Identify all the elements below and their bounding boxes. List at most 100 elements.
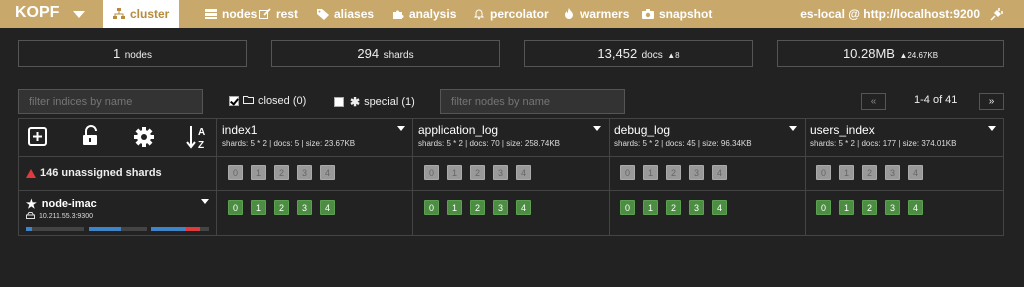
nav-item-warmers[interactable]: warmers — [553, 0, 639, 28]
index-name[interactable]: debug_log — [614, 123, 670, 137]
index-dropdown-caret-icon[interactable] — [397, 126, 405, 131]
started-shard[interactable]: 0 — [424, 200, 439, 215]
filter-nodes-input[interactable] — [440, 89, 625, 114]
nav-item-cluster[interactable]: cluster — [103, 0, 180, 28]
unassigned-shard[interactable]: 0 — [816, 165, 831, 180]
node-usage-bar — [151, 227, 209, 231]
sort-alpha-icon[interactable]: AZ — [186, 124, 210, 151]
stat-shards-label: shards — [383, 50, 414, 61]
unassigned-shard[interactable]: 3 — [689, 165, 704, 180]
started-shard[interactable]: 4 — [712, 200, 727, 215]
node-usage-fill — [26, 227, 32, 231]
connection-label[interactable]: es-local @ http://localhost:9200 — [800, 0, 980, 28]
unassigned-shard[interactable]: 0 — [620, 165, 635, 180]
unassigned-shard[interactable]: 3 — [885, 165, 900, 180]
stat-nodes: 1 nodes — [18, 40, 247, 67]
unassigned-shard[interactable]: 0 — [228, 165, 243, 180]
unassigned-shard[interactable]: 0 — [424, 165, 439, 180]
started-shard[interactable]: 4 — [516, 200, 531, 215]
unassigned-shard[interactable]: 1 — [251, 165, 266, 180]
unassigned-shard[interactable]: 3 — [493, 165, 508, 180]
index-name[interactable]: index1 — [222, 123, 257, 137]
started-shard[interactable]: 3 — [885, 200, 900, 215]
index-dropdown-caret-icon[interactable] — [789, 126, 797, 131]
nav-item-snapshot[interactable]: snapshot — [632, 0, 722, 28]
started-shard[interactable]: 2 — [666, 200, 681, 215]
unassigned-shard[interactable]: 3 — [297, 165, 312, 180]
next-page-button[interactable]: » — [979, 93, 1004, 110]
started-shard[interactable]: 1 — [643, 200, 658, 215]
started-shard[interactable]: 0 — [228, 200, 243, 215]
started-shard[interactable]: 1 — [251, 200, 266, 215]
folder-icon — [243, 95, 254, 107]
started-shard[interactable]: 3 — [493, 200, 508, 215]
unlock-icon[interactable] — [80, 125, 102, 147]
index-name[interactable]: users_index — [810, 123, 875, 137]
started-shard[interactable]: 2 — [470, 200, 485, 215]
unassigned-shard[interactable]: 4 — [516, 165, 531, 180]
brand-logo[interactable]: KOPF — [15, 4, 59, 22]
unassigned-shard[interactable]: 2 — [862, 165, 877, 180]
nav-item-label: percolator — [490, 7, 549, 21]
node-usage-extra-fill — [185, 227, 201, 231]
node-usage-fill — [151, 227, 186, 231]
star-icon: ★ — [26, 197, 37, 211]
create-index-icon[interactable] — [27, 126, 49, 148]
closed-checkbox[interactable] — [229, 96, 239, 106]
nav-item-analysis[interactable]: analysis — [382, 0, 466, 28]
unassigned-shard[interactable]: 2 — [274, 165, 289, 180]
nav-item-aliases[interactable]: aliases — [307, 0, 384, 28]
unassigned-shard[interactable]: 1 — [643, 165, 658, 180]
grid-divider — [412, 119, 413, 235]
puzzle-icon — [392, 8, 404, 20]
started-shard[interactable]: 0 — [816, 200, 831, 215]
started-shard[interactable]: 3 — [689, 200, 704, 215]
started-shard[interactable]: 1 — [447, 200, 462, 215]
started-shard[interactable]: 4 — [320, 200, 335, 215]
camera-icon — [642, 8, 654, 20]
unassigned-shard[interactable]: 1 — [839, 165, 854, 180]
index-name[interactable]: application_log — [418, 123, 498, 137]
started-shard[interactable]: 2 — [862, 200, 877, 215]
node-row-header[interactable]: ★ node-imac — [26, 197, 97, 211]
index-meta: shards: 5 * 2 | docs: 177 | size: 374.01… — [810, 139, 957, 148]
unassigned-shard[interactable]: 2 — [470, 165, 485, 180]
unassigned-shard[interactable]: 4 — [712, 165, 727, 180]
hdd-icon — [26, 212, 35, 221]
index-dropdown-caret-icon[interactable] — [593, 126, 601, 131]
node-dropdown-caret-icon[interactable] — [201, 199, 209, 204]
node-name: node-imac — [41, 198, 97, 210]
nav-item-percolator[interactable]: percolator — [463, 0, 559, 28]
unassigned-shard[interactable]: 1 — [447, 165, 462, 180]
index-dropdown-caret-icon[interactable] — [988, 126, 996, 131]
tag-icon — [317, 8, 329, 20]
stat-size-delta: 24.67KB — [907, 51, 939, 60]
unassigned-shard[interactable]: 4 — [320, 165, 335, 180]
prev-page-button[interactable]: « — [861, 93, 886, 110]
started-shard[interactable]: 3 — [297, 200, 312, 215]
nav-item-label: aliases — [334, 7, 375, 21]
closed-filter[interactable]: closed (0) — [229, 95, 306, 107]
special-checkbox[interactable] — [334, 97, 344, 107]
started-shard[interactable]: 2 — [274, 200, 289, 215]
gear-icon[interactable] — [133, 126, 155, 148]
unassigned-shard[interactable]: 2 — [666, 165, 681, 180]
started-shard[interactable]: 1 — [839, 200, 854, 215]
brand-dropdown-caret-icon[interactable] — [73, 11, 85, 18]
warning-icon — [26, 168, 36, 178]
nav-item-label: snapshot — [659, 7, 713, 21]
rest-icon — [259, 8, 271, 20]
special-filter[interactable]: ✱ special (1) — [334, 95, 415, 109]
filter-indices-input[interactable] — [18, 89, 203, 114]
top-navbar: KOPF cluster nodes rest aliases analysis… — [0, 0, 1024, 28]
started-shard[interactable]: 0 — [620, 200, 635, 215]
stat-nodes-value: 1 — [113, 46, 121, 61]
grid-divider — [19, 156, 1003, 157]
nav-item-rest[interactable]: rest — [249, 0, 308, 28]
started-shard[interactable]: 4 — [908, 200, 923, 215]
grid-divider — [609, 119, 610, 235]
unassigned-shard[interactable]: 4 — [908, 165, 923, 180]
plug-icon[interactable] — [990, 7, 1004, 21]
node-ip: 10.211.55.3:9300 — [39, 213, 93, 220]
stat-docs-delta: 8 — [675, 51, 680, 60]
